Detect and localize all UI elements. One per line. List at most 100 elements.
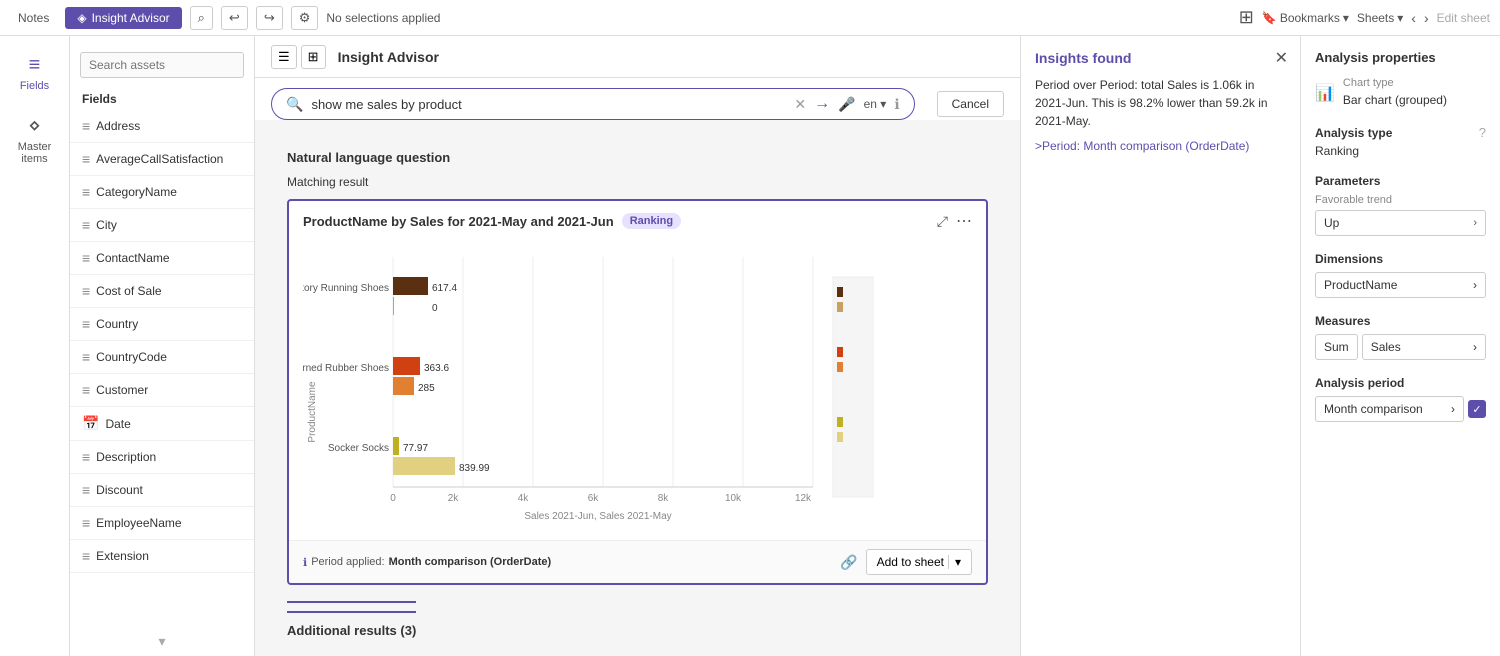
nlq-section-title: Natural language question	[287, 150, 988, 165]
svg-text:Burned Rubber Shoes: Burned Rubber Shoes	[303, 363, 389, 374]
sheets-chevron-icon: ▾	[1397, 11, 1403, 25]
ap-period-dropdown[interactable]: Month comparison ›	[1315, 396, 1464, 422]
search-assets-input[interactable]	[80, 52, 244, 78]
chart-footer: ℹ Period applied: Month comparison (Orde…	[289, 540, 986, 583]
ap-period-section: Analysis period Month comparison › ✓	[1315, 376, 1486, 422]
add-sheet-dropdown-icon[interactable]: ▾	[948, 555, 961, 569]
svg-text:0: 0	[390, 493, 396, 504]
chart-header-right: ⤢ ⋯	[937, 211, 972, 231]
chart-period: ℹ Period applied: Month comparison (Orde…	[303, 556, 551, 569]
field-item-countrycode[interactable]: ≡ CountryCode	[70, 341, 254, 374]
svg-text:ProductName: ProductName	[307, 381, 318, 443]
field-item-country[interactable]: ≡ Country	[70, 308, 254, 341]
fields-icon: ≡	[29, 54, 41, 77]
svg-text:6k: 6k	[588, 493, 600, 504]
ap-measures-label: Measures	[1315, 314, 1486, 328]
add-to-sheet-button[interactable]: Add to sheet ▾	[866, 549, 972, 575]
ap-favorable-trend-label: Favorable trend	[1315, 194, 1486, 206]
redo-btn[interactable]: ↪	[256, 6, 283, 30]
field-item-extension[interactable]: ≡ Extension	[70, 540, 254, 573]
field-item-city[interactable]: ≡ City	[70, 209, 254, 242]
nlq-section: Natural language question	[271, 136, 1004, 165]
chart-expand-button[interactable]: ⤢	[937, 213, 948, 230]
edit-sheet-btn[interactable]: Edit sheet	[1437, 11, 1490, 25]
insights-close-button[interactable]: ✕	[1275, 48, 1288, 68]
field-icon: ≡	[82, 449, 90, 465]
fields-panel: Fields ≡ Address ≡ AverageCallSatisfacti…	[70, 36, 255, 656]
field-item-averagecallsatisfaction[interactable]: ≡ AverageCallSatisfaction	[70, 143, 254, 176]
search-clear-icon[interactable]: ✕	[794, 96, 806, 113]
ap-measure-value: Sales	[1371, 340, 1401, 354]
microphone-icon[interactable]: 🎤	[838, 96, 855, 113]
search-icon-btn[interactable]: ⌕	[190, 6, 213, 30]
chart-title: ProductName by Sales for 2021-May and 20…	[303, 214, 614, 229]
chart-title-row: ProductName by Sales for 2021-May and 20…	[303, 213, 681, 229]
field-item-description[interactable]: ≡ Description	[70, 441, 254, 474]
chart-more-button[interactable]: ⋯	[956, 211, 972, 231]
insight-advisor-label: Insight Advisor	[92, 11, 170, 25]
field-icon: ≡	[82, 515, 90, 531]
ap-dimension-item[interactable]: ProductName ›	[1315, 272, 1486, 298]
calendar-icon: 📅	[82, 415, 99, 432]
ap-analysis-type-value: Ranking	[1315, 144, 1486, 158]
prev-sheet-btn[interactable]: ‹	[1411, 10, 1416, 26]
field-item-address[interactable]: ≡ Address	[70, 110, 254, 143]
field-item-categoryname[interactable]: ≡ CategoryName	[70, 176, 254, 209]
ap-measures-sum[interactable]: Sum	[1315, 334, 1358, 360]
ia-outer-header: ☰ ⊞ Insight Advisor	[255, 36, 1020, 78]
field-item-contactname[interactable]: ≡ ContactName	[70, 242, 254, 275]
analysis-panel-title: Analysis properties	[1315, 50, 1486, 65]
svg-text:Victory Running Shoes: Victory Running Shoes	[303, 283, 389, 294]
language-selector[interactable]: en ▾	[864, 97, 887, 111]
ia-search-input[interactable]	[311, 97, 786, 112]
insight-advisor-tab[interactable]: ◈ Insight Advisor	[65, 7, 181, 29]
field-item-cost-of-sale[interactable]: ≡ Cost of Sale	[70, 275, 254, 308]
ap-favorable-trend-chevron-icon: ›	[1473, 217, 1477, 229]
settings-btn[interactable]: ⚙	[291, 6, 319, 30]
sheets-btn[interactable]: Sheets ▾	[1357, 11, 1403, 25]
next-sheet-btn[interactable]: ›	[1424, 10, 1429, 26]
svg-text:Sales 2021-Jun, Sales 2021-May: Sales 2021-Jun, Sales 2021-May	[524, 511, 671, 522]
bookmark-icon: 🔖	[1262, 11, 1277, 25]
field-icon: ≡	[82, 118, 90, 134]
undo-btn[interactable]: ↩	[221, 6, 248, 30]
matching-result-label: Matching result	[287, 175, 988, 189]
info-icon[interactable]: ℹ	[894, 96, 899, 113]
bookmarks-btn[interactable]: 🔖 Bookmarks ▾	[1262, 11, 1349, 25]
fields-list: ≡ Address ≡ AverageCallSatisfaction ≡ Ca…	[70, 110, 254, 627]
field-item-employeename[interactable]: ≡ EmployeeName	[70, 507, 254, 540]
cancel-button[interactable]: Cancel	[937, 91, 1004, 117]
topbar: Notes ◈ Insight Advisor ⌕ ↩ ↪ ⚙ No selec…	[0, 0, 1500, 36]
field-item-discount[interactable]: ≡ Discount	[70, 474, 254, 507]
fields-section-title: Fields	[70, 86, 254, 110]
ap-parameters-label: Parameters	[1315, 174, 1486, 188]
field-item-date[interactable]: 📅 Date	[70, 407, 254, 441]
layout-sidebar-btn[interactable]: ☰	[271, 45, 297, 69]
svg-text:10k: 10k	[725, 493, 742, 504]
svg-text:285: 285	[418, 383, 435, 394]
ap-analysis-type-info-icon[interactable]: ?	[1479, 125, 1486, 140]
field-icon: ≡	[82, 548, 90, 564]
search-submit-icon[interactable]: →	[814, 95, 830, 113]
notes-tab[interactable]: Notes	[10, 7, 57, 29]
ap-dimension-chevron-icon: ›	[1473, 278, 1477, 292]
ap-measures-value-dropdown[interactable]: Sales ›	[1362, 334, 1486, 360]
ap-period-checkbox[interactable]: ✓	[1468, 400, 1486, 418]
analysis-properties-panel: Analysis properties 📊 Chart type Bar cha…	[1300, 36, 1500, 656]
field-item-customer[interactable]: ≡ Customer	[70, 374, 254, 407]
sidebar-item-fields[interactable]: ≡ Fields	[0, 46, 69, 100]
insights-period-link[interactable]: >Period: Month comparison (OrderDate)	[1035, 139, 1249, 153]
nlq-search-row: 🔍 ✕ → 🎤 en ▾ ℹ Cancel	[255, 78, 1020, 120]
matching-result-section: Matching result ProductName by Sales for…	[271, 165, 1004, 638]
insights-title: Insights found	[1035, 50, 1286, 66]
ap-favorable-trend-value: Up	[1324, 216, 1339, 230]
link-icon[interactable]: 🔗	[840, 554, 857, 571]
grid-icon[interactable]: ⊞	[1239, 7, 1254, 28]
sidebar-item-master-items[interactable]: ⋄ Master items	[0, 105, 69, 173]
no-selections-label: No selections applied	[326, 11, 440, 25]
svg-text:0: 0	[432, 303, 438, 314]
ap-favorable-trend-dropdown[interactable]: Up ›	[1315, 210, 1486, 236]
ap-chart-type-value: Bar chart (grouped)	[1343, 93, 1447, 107]
field-icon: ≡	[82, 382, 90, 398]
layout-grid-btn[interactable]: ⊞	[301, 45, 326, 69]
